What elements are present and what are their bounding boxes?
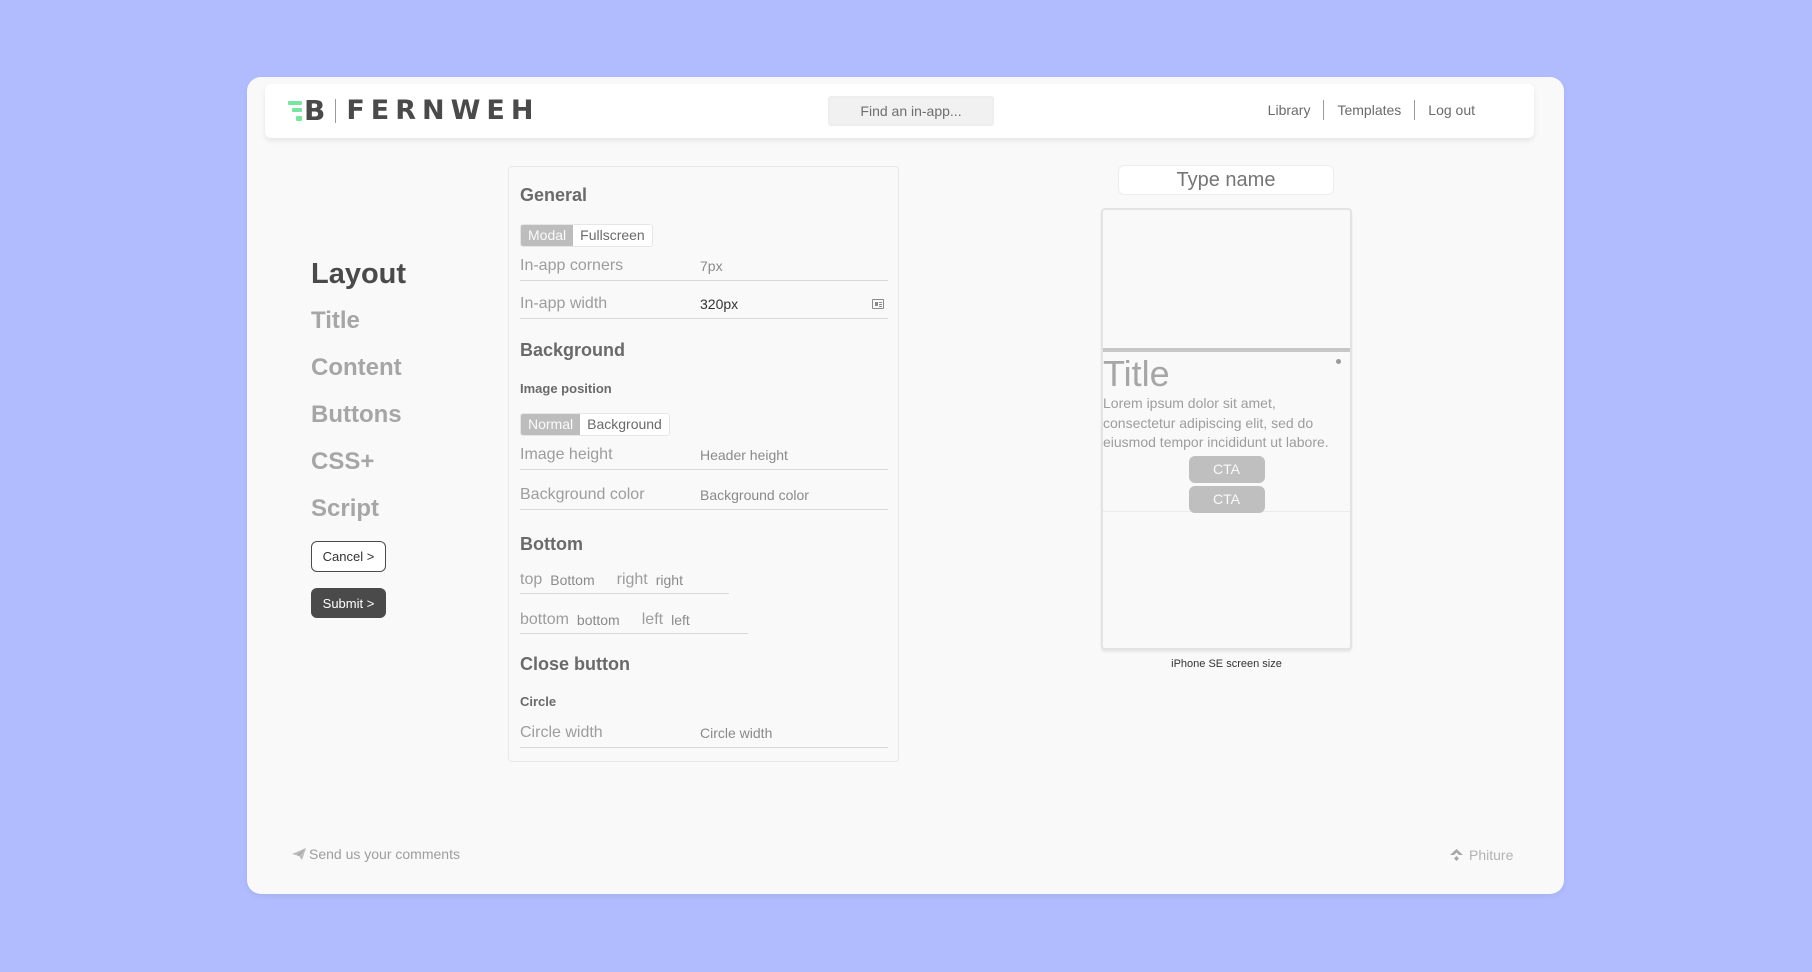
preview-body: Lorem ipsum dolor sit amet, consectetur … [1103,395,1329,450]
top-header: B FERNWEH Library Templates Log out [265,84,1534,138]
sidebar-item-content[interactable]: Content [311,353,406,400]
bottom-left-fields: bottom bottom left left [520,606,748,634]
cancel-button[interactable]: Cancel > [311,541,386,572]
cta-button-1[interactable]: CTA [1188,455,1265,483]
circle-label: Circle [520,694,557,709]
preview-caption: iPhone SE screen size [1171,658,1282,670]
corners-label: In-app corners [520,256,624,274]
position-option-background[interactable]: Background [580,414,669,435]
width-field[interactable]: In-app width 320px [520,289,888,319]
send-comments-link[interactable]: Send us your comments [292,846,460,862]
image-height-input[interactable]: Header height [700,447,888,463]
corners-value[interactable]: 7px [700,258,888,274]
right-input[interactable]: right [656,572,683,588]
phiture-label: Phiture [1469,847,1514,863]
section-title-bottom: Bottom [520,534,583,554]
corners-field[interactable]: In-app corners 7px [520,251,888,281]
left-label: left [641,610,664,628]
sidebar-item-title[interactable]: Title [311,306,406,353]
circle-width-input[interactable]: Circle width [700,725,888,741]
mode-option-modal[interactable]: Modal [521,225,574,246]
image-position-toggle: Normal Background [520,413,670,436]
logo[interactable]: B FERNWEH [288,94,540,127]
bottom-input[interactable]: bottom [577,612,620,628]
nav-library[interactable]: Library [1255,100,1324,120]
left-input[interactable]: left [671,612,690,628]
sidebar-item-css[interactable]: CSS+ [311,447,406,494]
phiture-brand: Phiture [1450,847,1513,863]
nav-logout[interactable]: Log out [1415,100,1488,120]
top-right-fields: top Bottom right right [520,566,729,594]
width-value[interactable]: 320px [700,296,872,312]
mode-toggle: Modal Fullscreen [520,224,653,247]
width-label: In-app width [520,294,608,312]
image-height-label: Image height [520,445,613,463]
right-label: right [616,570,648,588]
main-card: B FERNWEH Library Templates Log out Layo… [247,77,1564,894]
bottom-label: bottom [520,610,569,628]
mode-option-fullscreen[interactable]: Fullscreen [573,225,652,246]
sidebar-item-script[interactable]: Script [311,494,406,541]
image-height-field[interactable]: Image height Header height [520,440,888,470]
top-nav: Library Templates Log out [1255,100,1488,120]
position-option-normal[interactable]: Normal [521,414,581,435]
bg-color-field[interactable]: Background color Background color [520,480,888,510]
name-input[interactable] [1118,165,1334,195]
inapp-preview: Title Lorem ipsum dolor sit amet, consec… [1103,348,1350,513]
sidebar-item-buttons[interactable]: Buttons [311,400,406,447]
submit-button[interactable]: Submit > [311,588,386,618]
top-label: top [520,570,543,588]
circle-width-label: Circle width [520,723,603,741]
logo-divider [335,99,337,123]
cta-button-2[interactable]: CTA [1188,485,1265,513]
section-title-background: Background [520,340,626,360]
preview-title: Title [1103,353,1170,394]
nav-templates[interactable]: Templates [1324,100,1414,120]
section-title-general: General [520,185,588,205]
logo-lines-icon [288,99,302,123]
paper-plane-icon [292,848,306,860]
search-input[interactable] [828,96,994,126]
contact-card-icon[interactable] [872,298,884,309]
close-dot-icon[interactable] [1336,359,1341,364]
settings-panel: General Modal Fullscreen In-app corners … [508,166,899,762]
section-title-close-button: Close button [520,654,630,674]
send-comments-label: Send us your comments [309,846,460,862]
sidebar-item-layout[interactable]: Layout [311,259,406,306]
circle-width-field[interactable]: Circle width Circle width [520,718,888,748]
sidebar: Layout Title Content Buttons CSS+ Script… [311,259,406,618]
top-input[interactable]: Bottom [550,572,594,588]
phone-preview: Title Lorem ipsum dolor sit amet, consec… [1101,208,1352,650]
logo-text: FERNWEH [346,95,540,126]
logo-mark: B [288,94,326,127]
bg-color-input[interactable]: Background color [700,487,888,503]
logo-letter: B [304,94,326,127]
phiture-logo-icon [1450,849,1463,861]
image-position-label: Image position [520,381,612,396]
bg-color-label: Background color [520,485,645,503]
